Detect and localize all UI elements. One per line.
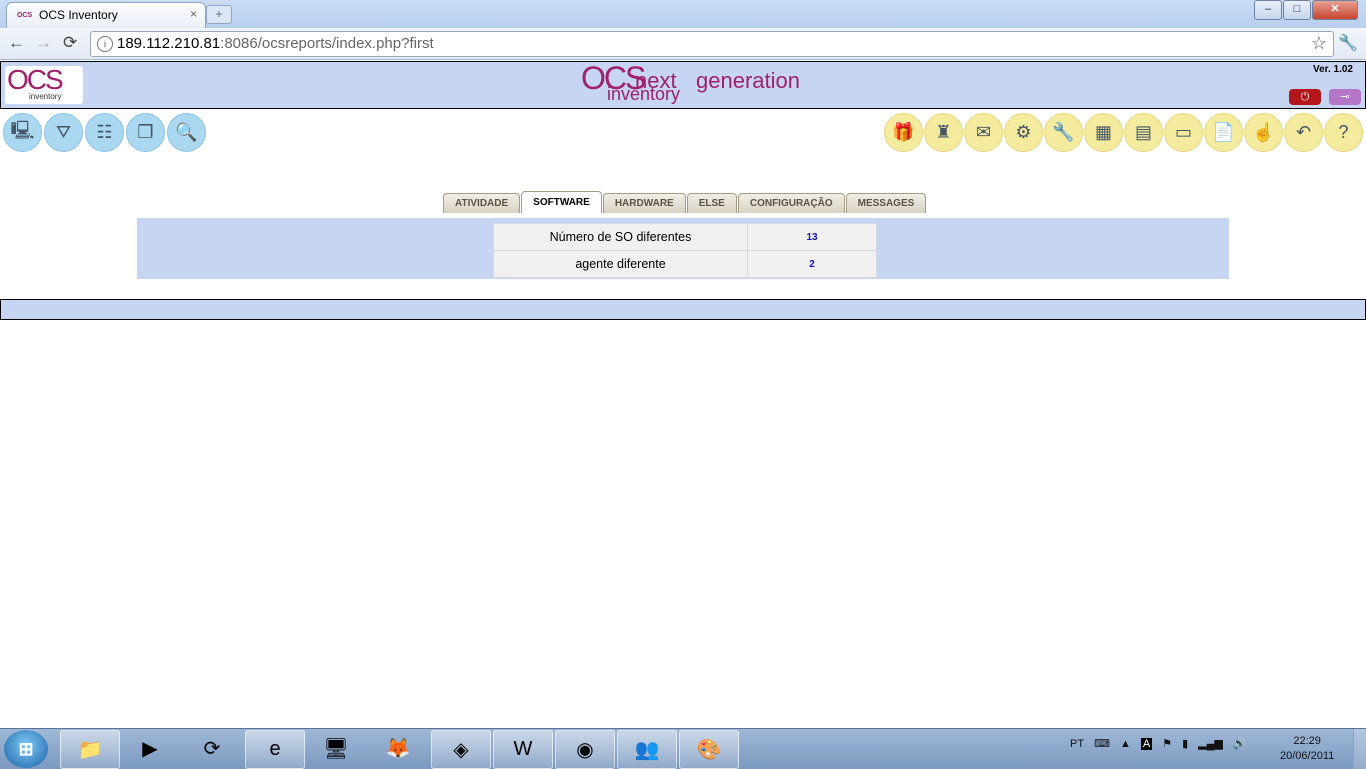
- right-icon-menu: 🎁 ♜ ✉ ⚙ 🔧 ▦ ▤ ▭ 📄 ☝ ↶?: [884, 113, 1364, 152]
- stats-table: Número de SO diferentes 13 agente diferent…: [493, 223, 877, 278]
- groups-icon[interactable]: ❐: [126, 113, 165, 152]
- package-icon[interactable]: 🎁: [884, 113, 923, 152]
- ocs-header: OCS inventory OCS next generation invent…: [0, 60, 1366, 109]
- stat-value-link[interactable]: 13: [747, 223, 877, 251]
- key-button[interactable]: ⊸: [1329, 89, 1361, 105]
- snmp-icon[interactable]: ✉: [964, 113, 1003, 152]
- banner-inventory: inventory: [607, 84, 681, 104]
- registry-icon[interactable]: ▤: [1124, 113, 1163, 152]
- logout-icon[interactable]: ↶: [1284, 113, 1323, 152]
- stats-panel: Número de SO diferentes 13 agente diferent…: [137, 218, 1229, 279]
- section-tabs: ATIVIDADE SOFTWARE HARDWARE ELSE CONFIGURAÇÃ…: [443, 191, 927, 213]
- window-controls: – □ ✕: [1253, 0, 1358, 20]
- forward-button[interactable]: →: [35, 33, 52, 53]
- users-icon[interactable]: ☝: [1244, 113, 1283, 152]
- tools-icon[interactable]: 🔧: [1044, 113, 1083, 152]
- back-button[interactable]: ←: [8, 33, 25, 53]
- document-icon[interactable]: 📄: [1204, 113, 1243, 152]
- stat-label: Número de SO diferentes: [493, 223, 748, 251]
- show-desktop-button[interactable]: [1353, 729, 1366, 769]
- clock[interactable]: 22:29 20/06/2011: [1280, 734, 1334, 764]
- search-icon[interactable]: 🔍: [167, 113, 206, 152]
- messenger-icon[interactable]: 👥: [617, 730, 677, 769]
- label-icon[interactable]: ▭: [1164, 113, 1203, 152]
- clock-time: 22:29: [1293, 735, 1321, 747]
- firewall-icon[interactable]: ♜: [924, 113, 963, 152]
- table-row: agente diferente 2: [493, 250, 877, 278]
- taskbar: ⊞ 📁 ▶ ⟳ e 🖥 🦊 ◈ W ◉ 👥 🎨 PT ⌨ ▲ A ⚑ ▮ ▂▄▆ 🔊 22:29 2…: [0, 728, 1366, 769]
- wrench-menu-icon[interactable]: 🔧: [1338, 33, 1358, 53]
- network-computer-icon[interactable]: 🖥: [307, 730, 365, 767]
- network-icon[interactable]: ☷: [85, 113, 124, 152]
- left-icon-menu: 🖳 ⛛ ☷ ❐ 🔍: [3, 113, 208, 152]
- version-label: Ver. 1.02: [1312, 64, 1353, 75]
- maximize-button[interactable]: □: [1283, 0, 1311, 20]
- dictionary-icon[interactable]: ▦: [1084, 113, 1123, 152]
- browser-tab[interactable]: OCS OCS Inventory ×: [6, 2, 206, 29]
- reload-button[interactable]: ⟳: [63, 33, 77, 53]
- banner-generation: generation: [696, 68, 800, 93]
- tab-configuracao[interactable]: CONFIGURAÇÃO: [737, 193, 845, 213]
- firefox-icon[interactable]: 🦊: [369, 730, 427, 767]
- address-bar[interactable]: i 189.112.210.81:8086/ocsreports/index.p…: [90, 31, 1334, 57]
- tab-hardware[interactable]: HARDWARE: [602, 193, 686, 213]
- sync-icon[interactable]: ⟳: [183, 730, 241, 767]
- keyboard-icon[interactable]: ⌨: [1094, 737, 1110, 750]
- volume-icon[interactable]: 🔊: [1233, 737, 1247, 750]
- logout-power-button[interactable]: ⏻: [1289, 89, 1321, 105]
- footer-bar: [0, 299, 1366, 320]
- system-tray: PT ⌨ ▲ A ⚑ ▮ ▂▄▆ 🔊: [1070, 737, 1257, 750]
- tab-else[interactable]: ELSE: [686, 193, 737, 213]
- tab-title: OCS Inventory: [39, 8, 118, 22]
- url-text: 189.112.210.81:8086/ocsreports/index.php…: [117, 35, 434, 52]
- internet-explorer-icon[interactable]: e: [245, 730, 305, 769]
- ocs-logo[interactable]: OCS inventory: [5, 64, 83, 104]
- word-icon[interactable]: W: [493, 730, 553, 769]
- settings-icon[interactable]: ⚙: [1004, 113, 1043, 152]
- tab-atividade[interactable]: ATIVIDADE: [443, 193, 521, 213]
- language-indicator[interactable]: PT: [1070, 738, 1084, 750]
- help-icon[interactable]: ?: [1324, 113, 1363, 152]
- start-button[interactable]: ⊞: [4, 730, 48, 768]
- new-tab-button[interactable]: +: [206, 5, 232, 24]
- explorer-icon[interactable]: 📁: [60, 730, 120, 769]
- logo-inventory-text: inventory: [29, 92, 62, 101]
- media-player-icon[interactable]: ▶: [121, 730, 179, 767]
- filter-icon[interactable]: ⛛: [44, 113, 83, 152]
- chrome-icon[interactable]: ◉: [555, 730, 615, 769]
- close-window-button[interactable]: ✕: [1312, 0, 1358, 20]
- url-path: :8086/ocsreports/index.php?first: [220, 35, 434, 52]
- close-tab-icon[interactable]: ×: [190, 7, 197, 21]
- stat-value-link[interactable]: 2: [747, 250, 877, 278]
- virtualbox-icon[interactable]: ◈: [431, 730, 491, 769]
- computers-icon[interactable]: 🖳: [3, 113, 42, 152]
- page-info-icon[interactable]: i: [97, 36, 113, 52]
- network-signal-icon[interactable]: ▂▄▆: [1198, 737, 1223, 750]
- show-hidden-icons-icon[interactable]: ▲: [1120, 738, 1131, 750]
- paint-icon[interactable]: 🎨: [679, 730, 739, 769]
- browser-toolbar: ← → ⟳ i 189.112.210.81:8086/ocsreports/i…: [0, 28, 1366, 60]
- ocs-banner: OCS next generation inventory: [581, 60, 841, 108]
- minimize-button[interactable]: –: [1254, 0, 1282, 20]
- action-center-flag-icon[interactable]: ⚑: [1162, 737, 1172, 750]
- ocs-favicon-icon: OCS: [17, 12, 33, 19]
- table-row: Número de SO diferentes 13: [493, 223, 877, 251]
- ime-icon[interactable]: A: [1140, 737, 1153, 750]
- tab-messages[interactable]: MESSAGES: [845, 193, 927, 213]
- stat-label: agente diferente: [493, 250, 748, 278]
- bookmark-star-icon[interactable]: ☆: [1311, 33, 1327, 54]
- power-icon[interactable]: ▮: [1182, 737, 1188, 750]
- tab-software[interactable]: SOFTWARE: [521, 191, 602, 213]
- url-host: 189.112.210.81: [117, 35, 221, 52]
- browser-titlebar: OCS OCS Inventory × + – □ ✕: [0, 0, 1366, 29]
- clock-date: 20/06/2011: [1280, 750, 1335, 762]
